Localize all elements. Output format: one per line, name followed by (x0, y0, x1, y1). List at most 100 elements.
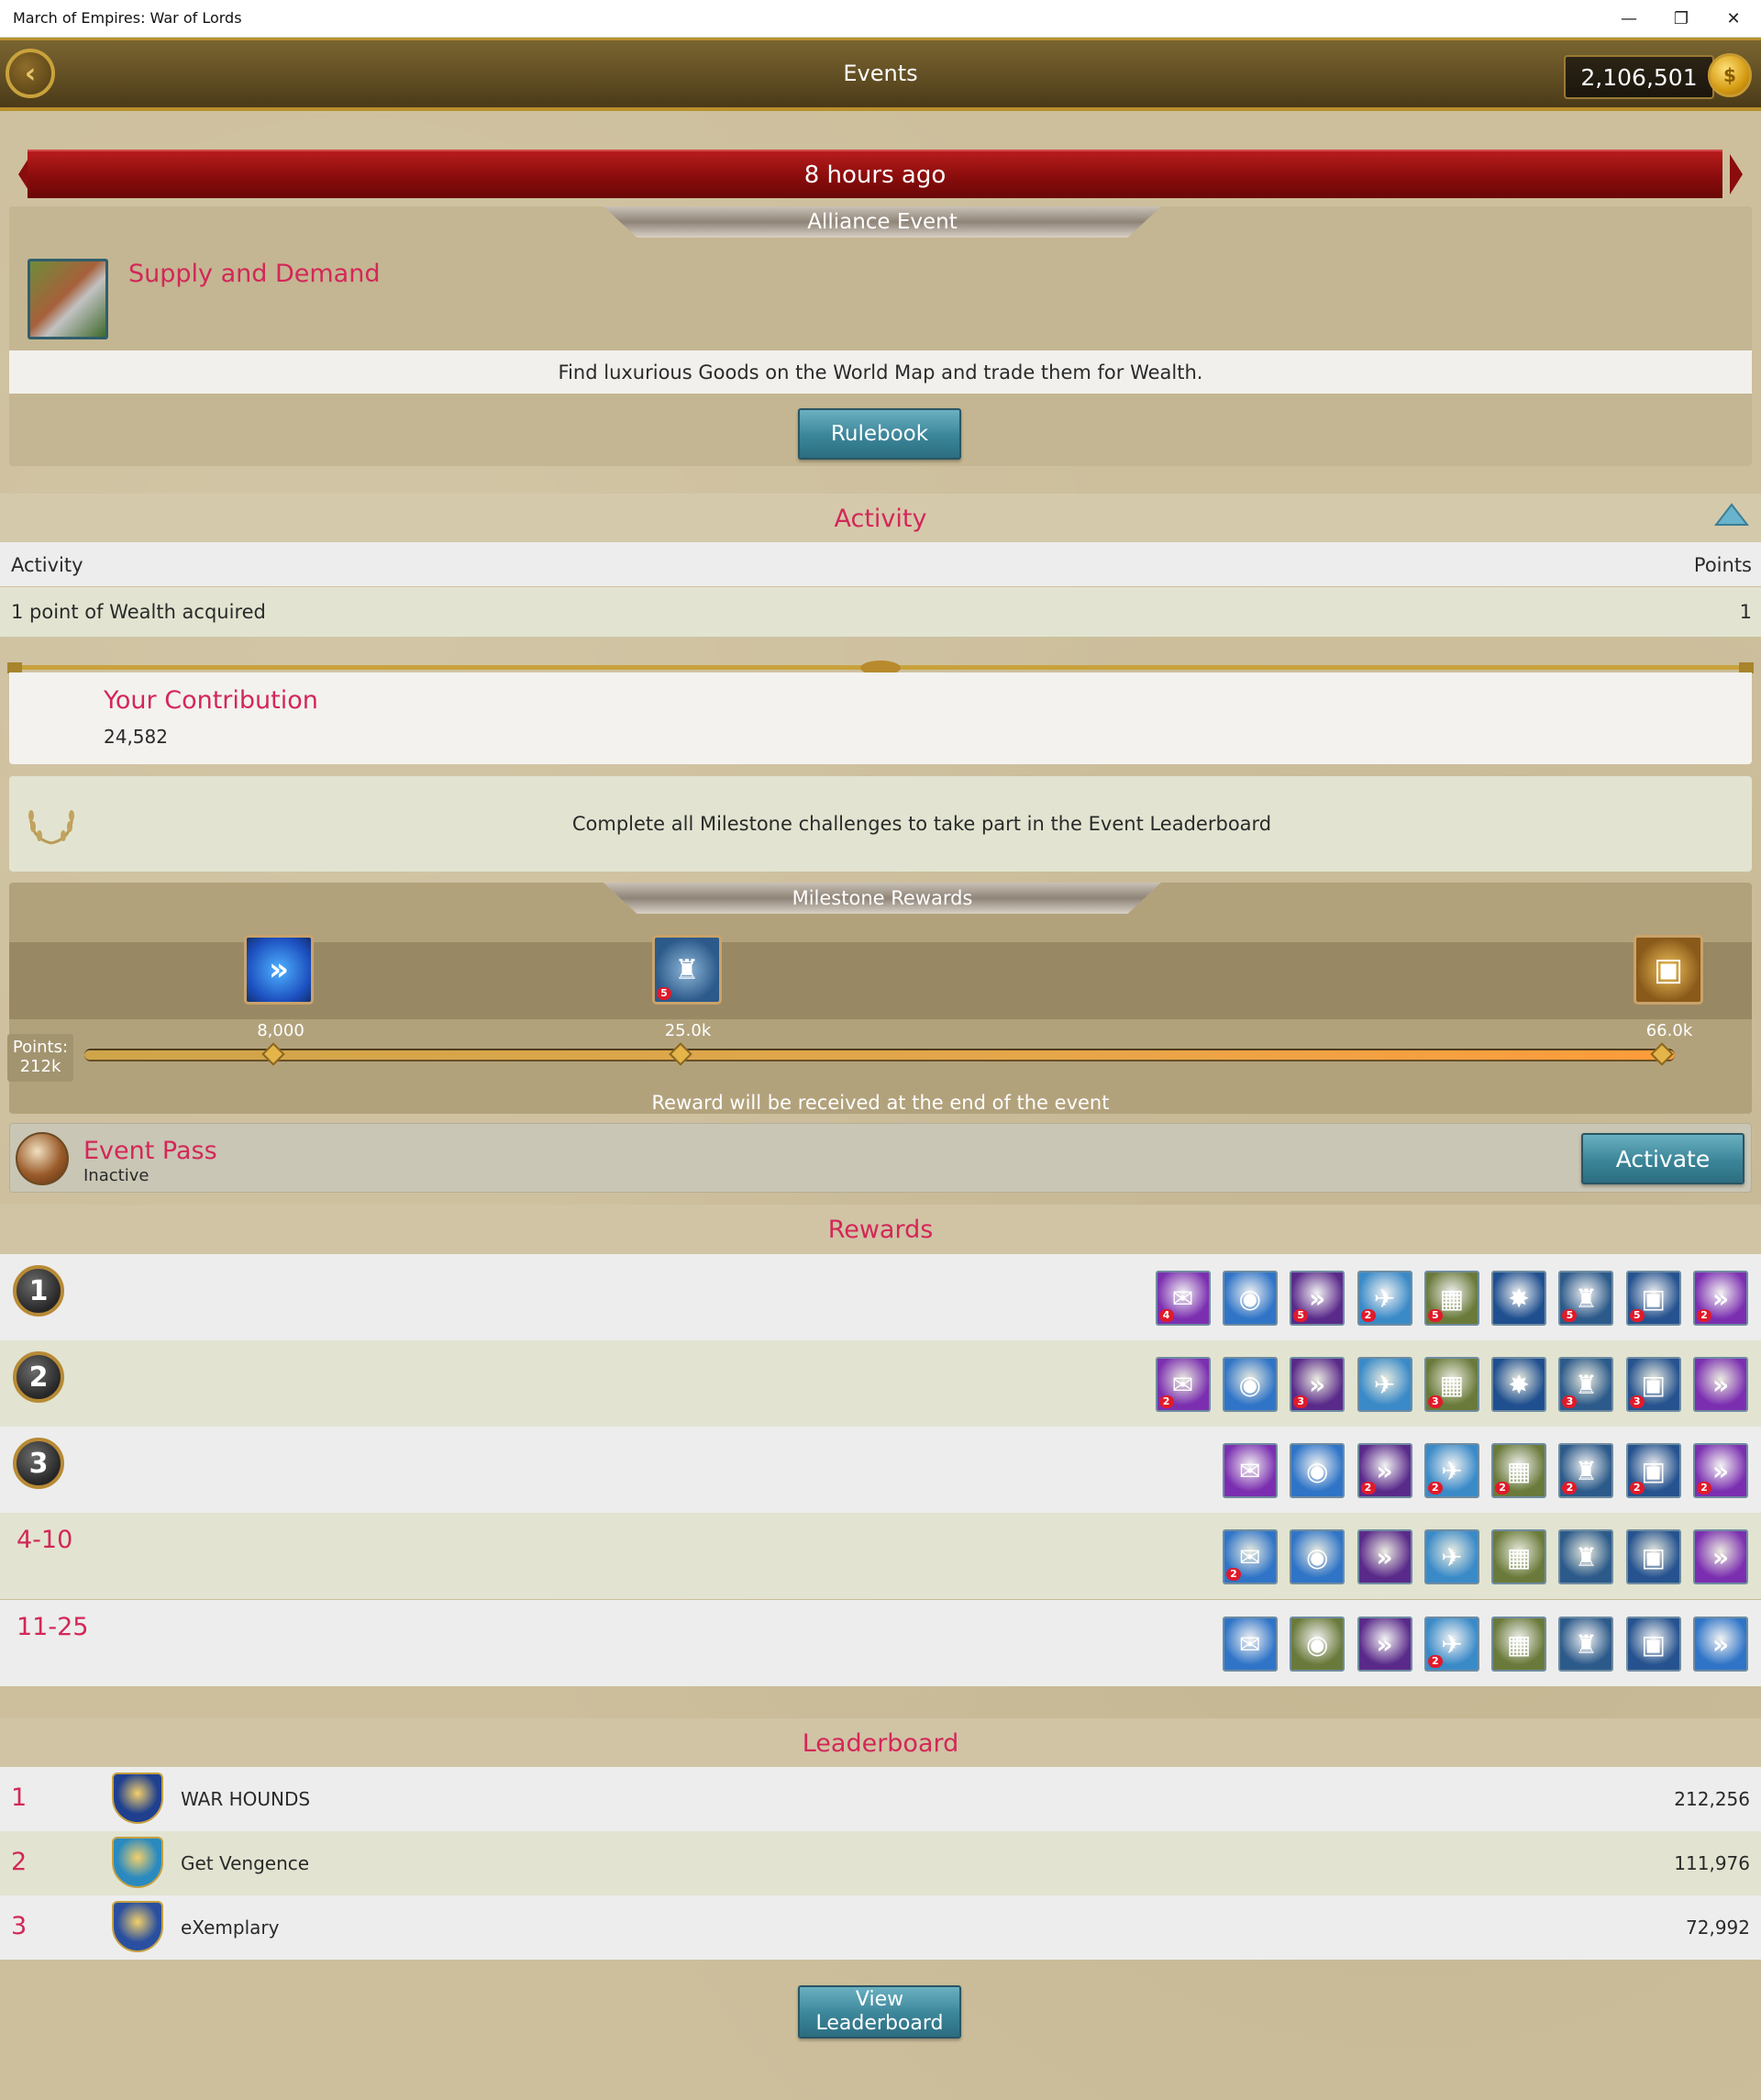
rank-medal-icon: 3 (13, 1438, 64, 1489)
gold-coins-icon[interactable]: ◉ (1290, 1443, 1346, 1498)
dove-icon[interactable]: ✈ (1357, 1357, 1412, 1412)
treasure-chest-icon[interactable]: ▣ (1625, 1529, 1681, 1584)
collapse-triangle-icon[interactable] (1713, 502, 1750, 529)
alliance-score: 212,256 (1674, 1788, 1750, 1810)
milestone-progress-fill (84, 1050, 1675, 1060)
milestone-progress-bar (84, 1049, 1675, 1061)
reward-count-badge: 4 (1158, 1309, 1174, 1322)
gold-coins-icon[interactable]: ◉ (1222, 1271, 1278, 1326)
activity-column-headers: Activity Points (0, 542, 1761, 586)
reward-count-badge: 2 (1495, 1482, 1511, 1494)
gold-coins-icon[interactable]: ◉ (1222, 1357, 1278, 1412)
reward-count-badge: 2 (1697, 1309, 1711, 1322)
gold-currency-display[interactable]: 2,106,501 $ (1564, 53, 1752, 99)
rulebook-button[interactable]: Rulebook (798, 408, 961, 460)
castle-icon[interactable]: ♜ (1558, 1617, 1614, 1672)
troop-speedup-icon[interactable]: » 2 (1357, 1443, 1412, 1498)
milestone-requirement-text: Complete all Milestone challenges to tak… (571, 813, 1272, 835)
speedup-icon[interactable]: » (1693, 1617, 1748, 1672)
dove-icon[interactable]: ✈ 2 (1423, 1617, 1479, 1672)
event-pass-icon (16, 1132, 69, 1185)
reward-count-badge: 5 (1629, 1309, 1645, 1322)
leaderboard-rank: 1 (11, 1783, 28, 1812)
milestone-rewards-ribbon: Milestone Rewards (604, 883, 1161, 914)
alliance-name: eXemplary (181, 1917, 280, 1939)
minimize-icon[interactable]: — (1603, 0, 1655, 37)
reward-count-badge: 2 (1427, 1655, 1443, 1668)
reward-count-badge: 5 (1562, 1309, 1578, 1322)
activate-button[interactable]: Activate (1581, 1133, 1744, 1184)
treasure-chest-icon[interactable]: ▣ (1625, 1617, 1681, 1672)
troop-speedup-icon[interactable]: » (1357, 1529, 1412, 1584)
reward-tier-row: 1 ✉ 4 ◉» 5 ✈ 2 ▦ 5 ✸ ♜ 5 ▣ 5» 2 (0, 1254, 1761, 1340)
contribution-title: Your Contribution (104, 686, 318, 715)
points-label: Points: (12, 1038, 69, 1057)
alliance-name: WAR HOUNDS (181, 1788, 311, 1810)
alliance-score: 72,992 (1686, 1917, 1750, 1939)
points-total-box: Points: 212k (7, 1034, 73, 1082)
resource-crate-icon[interactable]: ▦ 3 (1423, 1357, 1479, 1412)
dove-icon[interactable]: ✈ 2 (1423, 1443, 1479, 1498)
close-icon[interactable]: ✕ (1708, 0, 1759, 37)
activity-points: 1 (1739, 601, 1752, 623)
restore-icon[interactable]: ❐ (1656, 0, 1707, 37)
leaderboard-row[interactable]: 3 eXemplary 72,992 (0, 1895, 1761, 1960)
reward-count-badge: 2 (1158, 1395, 1174, 1408)
header-bar: ‹ Events 2,106,501 $ (0, 38, 1761, 111)
milestone-reward-speedup-icon[interactable]: » (244, 935, 314, 1005)
scroll-icon[interactable]: ✉ 2 (1222, 1529, 1278, 1584)
speedup-icon[interactable]: » (1693, 1357, 1748, 1412)
resource-crate-icon[interactable]: ▦ (1491, 1617, 1547, 1672)
leaderboard-row[interactable]: 2 Get Vengence 111,976 (0, 1831, 1761, 1895)
explosive-chest-icon[interactable]: ✸ (1491, 1271, 1547, 1326)
event-time-banner: 8 hours ago (28, 150, 1722, 198)
alliance-score: 111,976 (1674, 1852, 1750, 1874)
view-leaderboard-button[interactable]: View Leaderboard (798, 1985, 961, 2039)
scroll-icon[interactable]: ✉ (1222, 1443, 1278, 1498)
event-pass-status: Inactive (83, 1166, 150, 1185)
activity-row: 1 point of Wealth acquired 1 (0, 587, 1761, 637)
gold-coin-icon: $ (1708, 53, 1752, 97)
resource-crate-icon[interactable]: ▦ 2 (1491, 1443, 1547, 1498)
event-pass-panel: Event Pass Inactive Activate (9, 1123, 1752, 1193)
explosive-chest-icon[interactable]: ✸ (1491, 1357, 1547, 1412)
speedup-icon[interactable]: » 2 (1693, 1271, 1748, 1326)
milestone-reward-castle-icon[interactable]: ♜ 5 (652, 935, 722, 1005)
event-category-ribbon: Alliance Event (604, 206, 1161, 238)
troop-speedup-icon[interactable]: » 5 (1290, 1271, 1346, 1326)
milestone-requirement-panel: Complete all Milestone challenges to tak… (9, 776, 1752, 872)
leaderboard-heading: Leaderboard (0, 1718, 1761, 1768)
reward-timing-note: Reward will be received at the end of th… (651, 1092, 1110, 1114)
milestone-reward-treasure-chest-icon[interactable]: ▣ (1634, 935, 1703, 1005)
scroll-icon[interactable]: ✉ (1222, 1617, 1278, 1672)
speedup-icon[interactable]: » 2 (1693, 1443, 1748, 1498)
gold-coins-icon[interactable]: ◉ (1290, 1529, 1346, 1584)
event-name: Supply and Demand (128, 260, 381, 288)
scroll-icon[interactable]: ✉ 4 (1155, 1271, 1211, 1326)
castle-icon[interactable]: ♜ 5 (1558, 1271, 1614, 1326)
castle-icon[interactable]: ♜ (1558, 1529, 1614, 1584)
leaderboard-row[interactable]: 1 WAR HOUNDS 212,256 (0, 1767, 1761, 1831)
window-titlebar: March of Empires: War of Lords — ❐ ✕ (0, 0, 1761, 38)
treasure-chest-icon[interactable]: ▣ 5 (1625, 1271, 1681, 1326)
scroll-icon[interactable]: ✉ 2 (1155, 1357, 1211, 1412)
dove-icon[interactable]: ✈ 2 (1357, 1271, 1412, 1326)
reward-count-badge: 2 (1427, 1482, 1443, 1494)
resource-crate-icon[interactable]: ▦ (1491, 1529, 1547, 1584)
castle-icon[interactable]: ♜ 2 (1558, 1443, 1614, 1498)
troop-speedup-icon[interactable]: » (1357, 1617, 1412, 1672)
reward-count-badge: 2 (1360, 1482, 1376, 1494)
resource-crate-icon[interactable]: ▦ 5 (1423, 1271, 1479, 1326)
speedup-icon[interactable]: » (1693, 1529, 1748, 1584)
dove-icon[interactable]: ✈ (1423, 1529, 1479, 1584)
reward-count-badge: 2 (1225, 1568, 1241, 1581)
reward-tier-row: 4-10 ✉ 2 ◉» ✈ ▦ ♜ ▣» (0, 1513, 1761, 1599)
treasure-chest-icon[interactable]: ▣ 2 (1625, 1443, 1681, 1498)
treasure-chest-icon[interactable]: ▣ 3 (1625, 1357, 1681, 1412)
castle-icon[interactable]: ♜ 3 (1558, 1357, 1614, 1412)
reward-count-badge: 5 (1293, 1309, 1309, 1322)
milestone-threshold-label: 25.0k (664, 1021, 712, 1040)
points-column-label: Points (1693, 554, 1752, 576)
troop-speedup-icon[interactable]: » 3 (1290, 1357, 1346, 1412)
gold-coins-icon[interactable]: ◉ (1290, 1617, 1346, 1672)
